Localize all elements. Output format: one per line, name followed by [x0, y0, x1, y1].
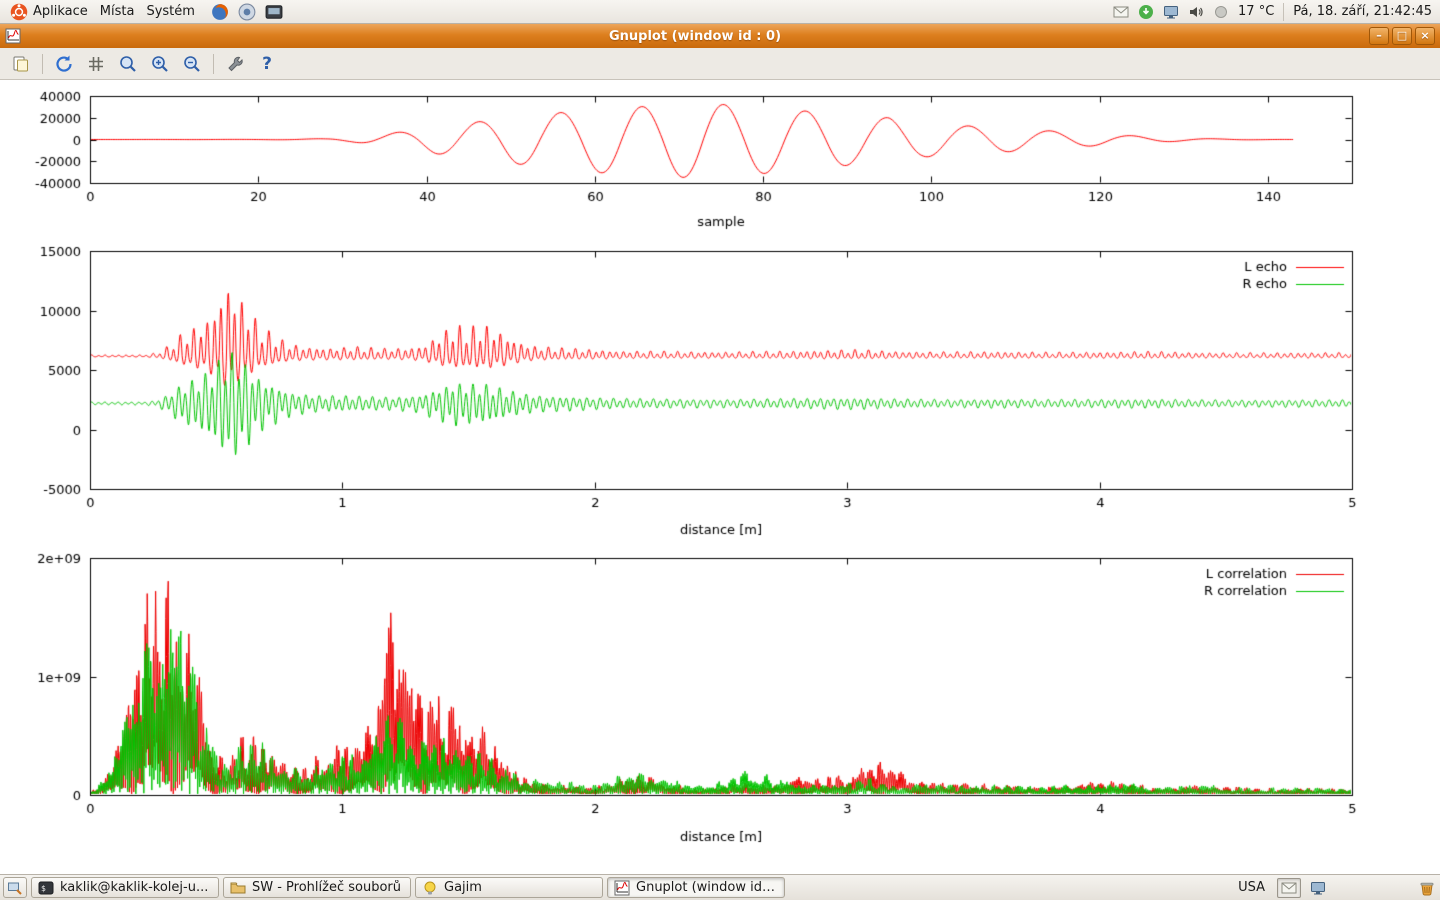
- display-tray-icon[interactable]: [1310, 880, 1326, 896]
- close-button[interactable]: ×: [1415, 27, 1435, 45]
- menu-applications[interactable]: Aplikace: [6, 1, 96, 23]
- menu-places[interactable]: Místa: [96, 1, 143, 23]
- maximize-button[interactable]: □: [1392, 27, 1412, 45]
- toolbar-separator: [213, 54, 214, 74]
- gnuplot-window: Gnuplot (window id : 0) – □ × ?: [0, 24, 1440, 874]
- menu-system-label: Systém: [146, 4, 194, 19]
- toggle-grid-button[interactable]: [85, 53, 107, 75]
- firefox-icon[interactable]: [211, 3, 229, 21]
- gajim-icon: [422, 880, 438, 896]
- taskbar-button-label: Gajim: [444, 880, 482, 895]
- taskbar-button-label: Gnuplot (window id : 0): [636, 880, 778, 895]
- mail-tray-icon[interactable]: [1277, 878, 1301, 898]
- panel-clock[interactable]: Pá, 18. září, 21:42:45: [1293, 4, 1432, 19]
- screenshot-launcher-icon[interactable]: [265, 3, 283, 21]
- update-icon[interactable]: [1138, 4, 1154, 20]
- taskbar-button-label: kaklik@kaklik-kolej-u...: [60, 880, 208, 895]
- svg-text:$: $: [41, 884, 46, 893]
- app-launcher-icon[interactable]: [238, 3, 256, 21]
- minimize-button[interactable]: –: [1369, 27, 1389, 45]
- replot-button[interactable]: [53, 53, 75, 75]
- zoom-in-button[interactable]: [149, 53, 171, 75]
- menu-places-label: Místa: [100, 4, 135, 19]
- panel-launchers: [211, 3, 283, 21]
- taskbar-button-file-manager[interactable]: SW - Prohlížeč souborů: [223, 877, 411, 898]
- menu-system[interactable]: Systém: [142, 1, 202, 23]
- keyboard-layout-indicator[interactable]: USA: [1235, 880, 1268, 895]
- zoom-button[interactable]: [117, 53, 139, 75]
- temperature-label[interactable]: 17 °C: [1238, 4, 1274, 19]
- taskbar-tray: USA: [1235, 878, 1437, 898]
- configure-button[interactable]: [224, 53, 246, 75]
- taskbar: $ kaklik@kaklik-kolej-u... SW - Prohlíže…: [0, 874, 1440, 900]
- menu-applications-label: Aplikace: [33, 4, 88, 19]
- gnuplot-icon: [614, 880, 630, 896]
- mail-icon[interactable]: [1113, 4, 1129, 20]
- plot-area: [0, 80, 1440, 873]
- plot-canvas[interactable]: [0, 80, 1440, 873]
- panel-tray: 17 °C Pá, 18. září, 21:42:45: [1113, 3, 1434, 21]
- window-controls: – □ ×: [1369, 27, 1435, 45]
- terminal-icon: $: [38, 880, 54, 896]
- show-desktop-button[interactable]: [3, 877, 27, 898]
- panel-separator: [1283, 3, 1284, 21]
- zoom-out-button[interactable]: [181, 53, 203, 75]
- help-button[interactable]: ?: [256, 53, 278, 75]
- toolbar-separator: [42, 54, 43, 74]
- trash-icon[interactable]: [1419, 880, 1435, 896]
- gnuplot-window-icon[interactable]: [5, 28, 21, 44]
- gnuplot-toolbar: ?: [0, 48, 1440, 80]
- file-manager-icon: [230, 880, 246, 896]
- display-icon[interactable]: [1163, 4, 1179, 20]
- taskbar-button-gnuplot[interactable]: Gnuplot (window id : 0): [607, 877, 785, 898]
- gnome-top-panel: Aplikace Místa Systém 17 °: [0, 0, 1440, 24]
- ubuntu-logo-icon: [10, 3, 28, 21]
- weather-icon[interactable]: [1213, 4, 1229, 20]
- window-title: Gnuplot (window id : 0): [27, 29, 1363, 44]
- volume-icon[interactable]: [1188, 4, 1204, 20]
- taskbar-button-label: SW - Prohlížeč souborů: [252, 880, 401, 895]
- copy-to-clipboard-button[interactable]: [10, 53, 32, 75]
- taskbar-button-terminal[interactable]: $ kaklik@kaklik-kolej-u...: [31, 877, 219, 898]
- titlebar[interactable]: Gnuplot (window id : 0) – □ ×: [0, 24, 1440, 48]
- taskbar-button-gajim[interactable]: Gajim: [415, 877, 603, 898]
